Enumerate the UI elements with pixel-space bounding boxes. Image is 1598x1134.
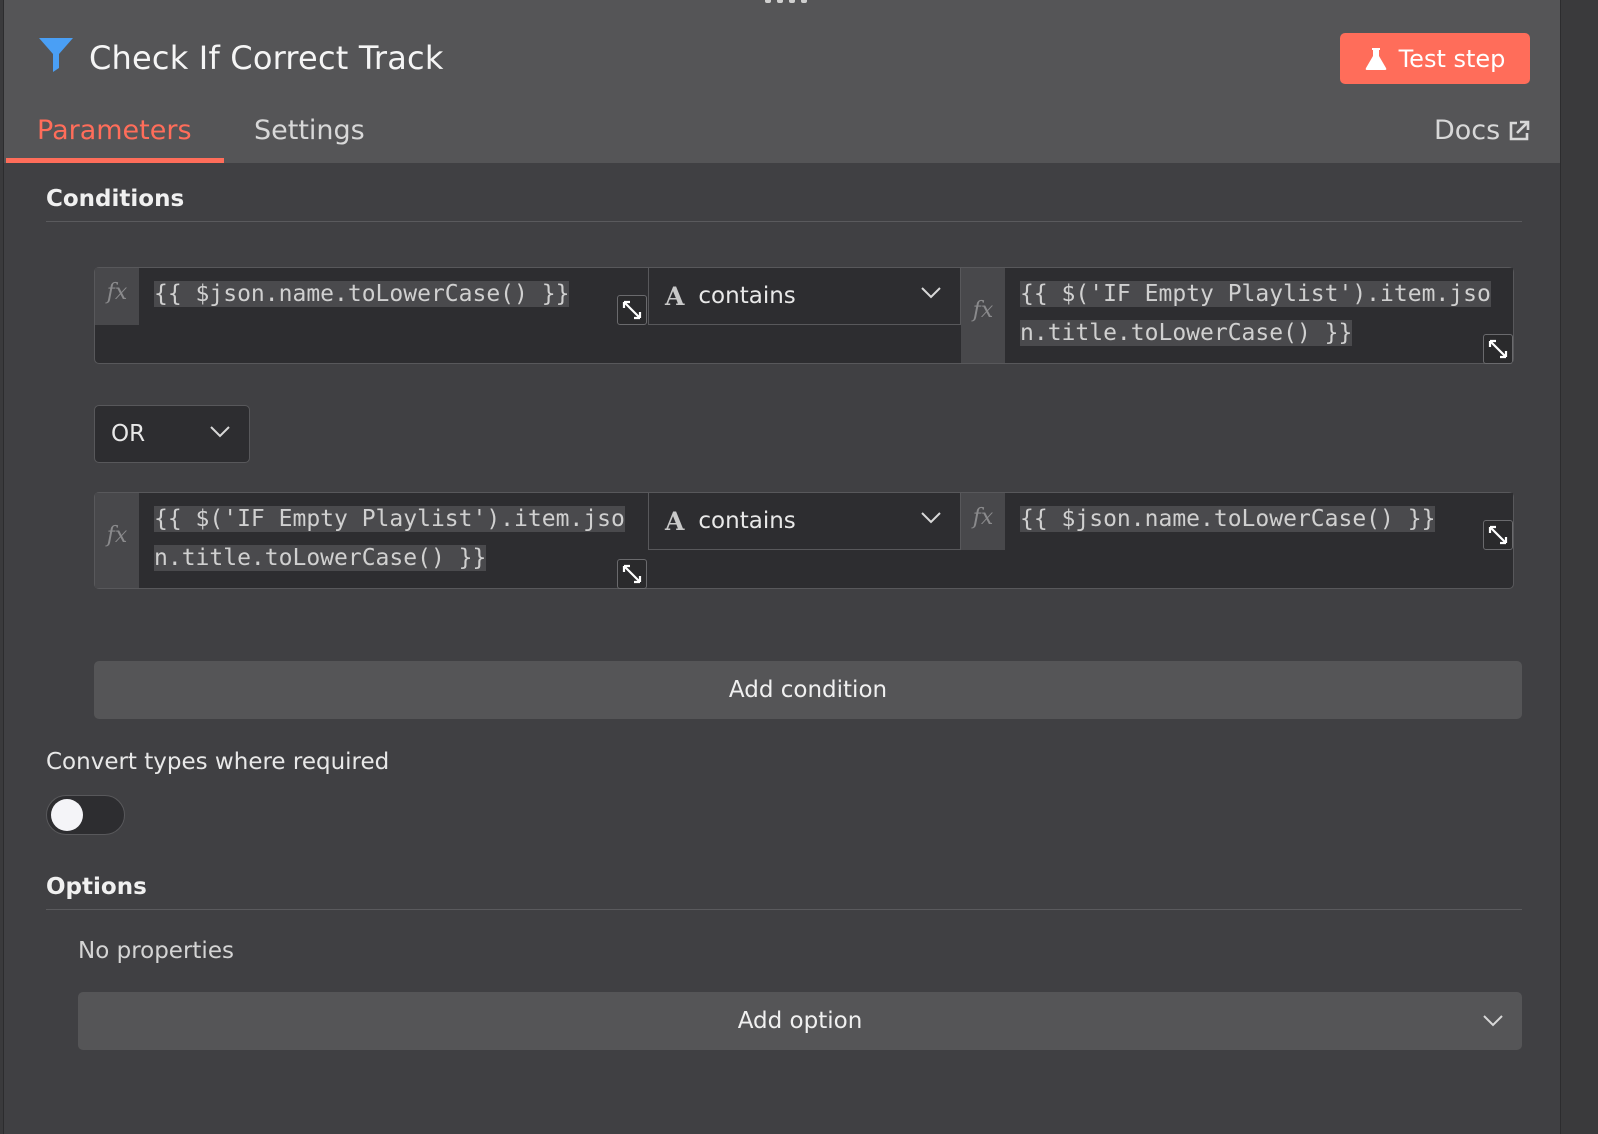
operator-label: contains	[698, 283, 796, 309]
docs-link[interactable]: Docs	[1434, 112, 1530, 150]
test-step-label: Test step	[1398, 44, 1506, 73]
flask-icon	[1365, 47, 1386, 70]
condition-row-2: fx {{ $('IF Empty Playlist').item.jso n.…	[94, 492, 1514, 589]
string-type-icon: A	[665, 506, 685, 536]
test-step-button[interactable]: Test step	[1340, 33, 1530, 84]
fx-badge: fx	[961, 493, 1005, 550]
docs-label: Docs	[1434, 115, 1501, 146]
fx-badge: fx	[95, 268, 139, 325]
node-details-panel: Check If Correct Track Test step Paramet…	[3, 0, 1561, 1134]
options-title: Options	[46, 874, 147, 900]
left-value-line-2: n.title.toLowerCase() }}	[154, 545, 487, 571]
left-value-text: {{ $json.name.toLowerCase() }}	[154, 281, 570, 307]
add-option-button[interactable]: Add option	[78, 992, 1522, 1050]
add-condition-button[interactable]: Add condition	[94, 661, 1522, 719]
no-properties-text: No properties	[78, 938, 234, 964]
left-value-input[interactable]: {{ $('IF Empty Playlist').item.jso n.tit…	[139, 493, 649, 588]
fx-badge: fx	[961, 268, 1005, 363]
options-divider	[46, 909, 1522, 910]
left-value-input[interactable]: {{ $json.name.toLowerCase() }}	[139, 268, 649, 325]
combinator-label: OR	[111, 421, 146, 447]
active-tab-indicator	[6, 158, 224, 163]
operator-label: contains	[698, 508, 796, 534]
tab-parameters[interactable]: Parameters	[37, 112, 192, 150]
chevron-down-icon	[210, 426, 230, 438]
filter-icon	[39, 38, 73, 72]
drag-handle[interactable]	[758, 0, 814, 5]
right-value-input[interactable]: {{ $json.name.toLowerCase() }}	[1005, 493, 1513, 550]
conditions-title: Conditions	[46, 186, 185, 212]
right-value-line-1: {{ $('IF Empty Playlist').item.jso	[1020, 281, 1491, 307]
chevron-down-icon	[921, 512, 941, 524]
right-value-line-2: n.title.toLowerCase() }}	[1020, 320, 1353, 346]
expand-editor-icon[interactable]	[1483, 520, 1513, 550]
combinator-select[interactable]: OR	[94, 405, 250, 463]
condition-row-1: fx {{ $json.name.toLowerCase() }} A cont…	[94, 267, 1514, 364]
expand-editor-icon[interactable]	[617, 559, 647, 589]
panel-header: Check If Correct Track Test step Paramet…	[4, 0, 1560, 163]
conditions-divider	[46, 221, 1522, 222]
right-value-input[interactable]: {{ $('IF Empty Playlist').item.jso n.tit…	[1005, 268, 1513, 363]
convert-types-toggle[interactable]	[46, 795, 125, 835]
external-link-icon	[1509, 120, 1530, 141]
tab-settings[interactable]: Settings	[254, 112, 365, 150]
expand-editor-icon[interactable]	[1483, 334, 1513, 364]
node-title: Check If Correct Track	[89, 39, 444, 77]
toggle-knob	[51, 799, 83, 831]
fx-badge: fx	[95, 493, 139, 588]
expand-editor-icon[interactable]	[617, 295, 647, 325]
operator-select[interactable]: A contains	[648, 268, 961, 325]
operator-select[interactable]: A contains	[648, 493, 961, 550]
right-value-text: {{ $json.name.toLowerCase() }}	[1020, 506, 1436, 532]
chevron-down-icon	[921, 287, 941, 299]
left-value-line-1: {{ $('IF Empty Playlist').item.jso	[154, 506, 625, 532]
chevron-down-icon	[1483, 1015, 1503, 1027]
convert-types-label: Convert types where required	[46, 749, 390, 775]
string-type-icon: A	[665, 281, 685, 311]
add-option-label: Add option	[737, 1008, 863, 1034]
